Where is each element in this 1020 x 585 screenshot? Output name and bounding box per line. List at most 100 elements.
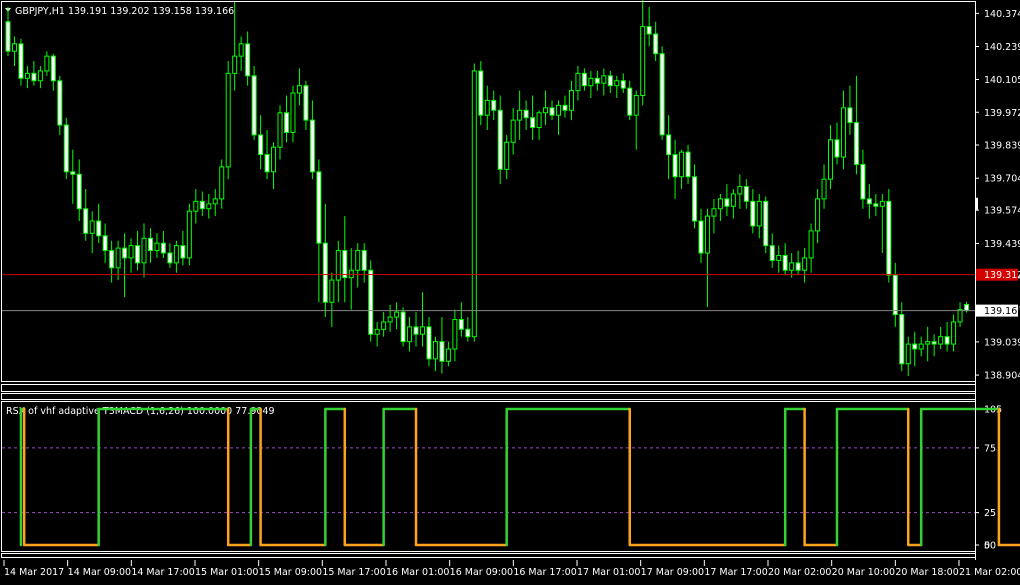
bull-candle-body — [277, 112, 283, 148]
bull-candle-body — [355, 250, 361, 271]
bear-candle-body — [400, 311, 406, 343]
panel-separator — [1, 553, 976, 558]
bull-candle-body — [568, 90, 574, 111]
bear-candle-body — [283, 112, 289, 133]
candle — [141, 223, 147, 278]
bear-candle-body — [653, 33, 659, 55]
candle — [840, 90, 846, 170]
candle — [672, 139, 678, 199]
candle — [666, 115, 672, 180]
candle — [931, 334, 937, 357]
candle — [789, 253, 795, 278]
bear-candle-body — [458, 318, 464, 330]
bull-candle-body — [802, 257, 808, 271]
candle — [737, 174, 743, 209]
candle — [594, 70, 600, 91]
bear-candle-body — [627, 87, 633, 116]
candle — [627, 80, 633, 121]
bear-candle-body — [549, 107, 555, 116]
bear-candle-body — [763, 200, 769, 247]
time-tick-label: 16 Mar 09:00 — [450, 567, 513, 578]
candle — [277, 105, 283, 160]
candle — [160, 230, 166, 258]
bear-candle-body — [57, 80, 63, 126]
candle — [303, 80, 309, 130]
candle — [5, 6, 11, 57]
candle — [63, 117, 69, 180]
bear-candle-body — [944, 336, 950, 345]
candle — [135, 230, 141, 271]
bull-candle-body — [445, 348, 451, 362]
bear-candle-body — [866, 198, 872, 205]
candle — [905, 336, 911, 377]
candle — [154, 233, 160, 258]
bull-candle-body — [957, 309, 963, 323]
candle — [536, 110, 542, 140]
candle — [128, 238, 134, 273]
candle — [575, 65, 581, 101]
bear-candle-body — [964, 303, 970, 312]
bull-candle-body — [186, 210, 192, 259]
bear-candle-body — [853, 122, 859, 165]
candle — [342, 216, 348, 303]
candle — [795, 250, 801, 276]
time-tick-label: 15 Mar 17:00 — [322, 567, 385, 578]
bull-candle-body — [840, 107, 846, 158]
candle — [83, 189, 89, 241]
candle — [951, 314, 957, 352]
bull-candle-body — [575, 72, 581, 92]
bear-candle-body — [102, 235, 108, 252]
bull-candle-body — [225, 72, 231, 168]
candle — [730, 189, 736, 219]
time-tick-label: 15 Mar 09:00 — [259, 567, 322, 578]
bear-candle-body — [413, 326, 419, 335]
bear-candle-body — [439, 341, 445, 362]
bull-candle-body — [212, 198, 218, 205]
candle — [426, 317, 432, 367]
candle — [199, 191, 205, 217]
time-tick-label: 20 Mar 02:00 — [768, 567, 831, 578]
candle — [348, 248, 354, 310]
candle — [24, 65, 30, 89]
candle — [439, 317, 445, 374]
bear-candle-body — [581, 72, 587, 87]
candle — [96, 203, 102, 244]
candle — [640, 0, 646, 106]
bear-candle-body — [251, 75, 257, 136]
candle — [445, 341, 451, 367]
chart-window: GBPJPY,H1 139.191 139.202 139.158 139.16… — [0, 0, 1020, 581]
candle — [549, 100, 555, 121]
bear-candle-body — [886, 200, 892, 276]
bull-candle-body — [238, 43, 244, 57]
candle — [517, 90, 523, 140]
candle — [400, 307, 406, 347]
candle — [109, 240, 115, 283]
candle — [918, 336, 924, 357]
bull-candle-body — [24, 72, 30, 79]
bull-candle-body — [407, 326, 413, 343]
bear-candle-body — [199, 200, 205, 210]
bull-candle-body — [271, 146, 277, 173]
bear-candle-body — [795, 262, 801, 271]
time-tick-label: 17 Mar 17:00 — [704, 567, 767, 578]
candle — [225, 61, 231, 180]
bull-candle-body — [394, 311, 400, 318]
candle — [828, 125, 834, 190]
bull-candle-body — [633, 95, 639, 116]
candle — [264, 129, 270, 180]
candle — [821, 164, 827, 209]
candle — [510, 107, 516, 155]
bear-candle-body — [743, 186, 749, 202]
candle — [491, 90, 497, 121]
candle — [387, 304, 393, 332]
candle — [530, 95, 536, 140]
bull-candle-body — [614, 80, 620, 87]
bear-candle-body — [109, 250, 115, 269]
candle — [866, 184, 872, 219]
candle — [206, 193, 212, 219]
candle — [568, 80, 574, 121]
price-tick-label: 139.439 — [984, 239, 1020, 250]
candle — [879, 193, 885, 254]
bear-candle-body — [368, 269, 374, 335]
chart-canvas[interactable]: GBPJPY,H1 139.191 139.202 139.158 139.16… — [0, 0, 1020, 581]
